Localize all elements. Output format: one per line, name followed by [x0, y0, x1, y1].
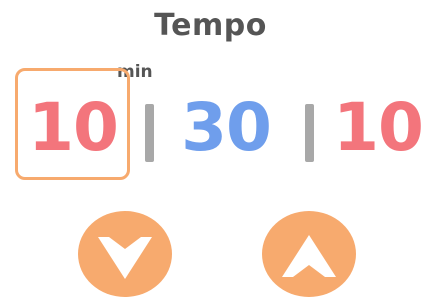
chevron-up-icon [282, 235, 336, 277]
separator-2 [305, 104, 314, 162]
time-field-3[interactable]: 10 [333, 88, 421, 168]
separator-1 [145, 104, 154, 162]
time-field-1[interactable]: 10 [28, 88, 119, 168]
increase-button[interactable] [262, 211, 356, 297]
time-field-2[interactable]: 30 [176, 88, 276, 168]
chevron-down-icon [98, 237, 152, 279]
page-title: Tempo [154, 8, 267, 43]
decrease-button[interactable] [78, 211, 172, 297]
